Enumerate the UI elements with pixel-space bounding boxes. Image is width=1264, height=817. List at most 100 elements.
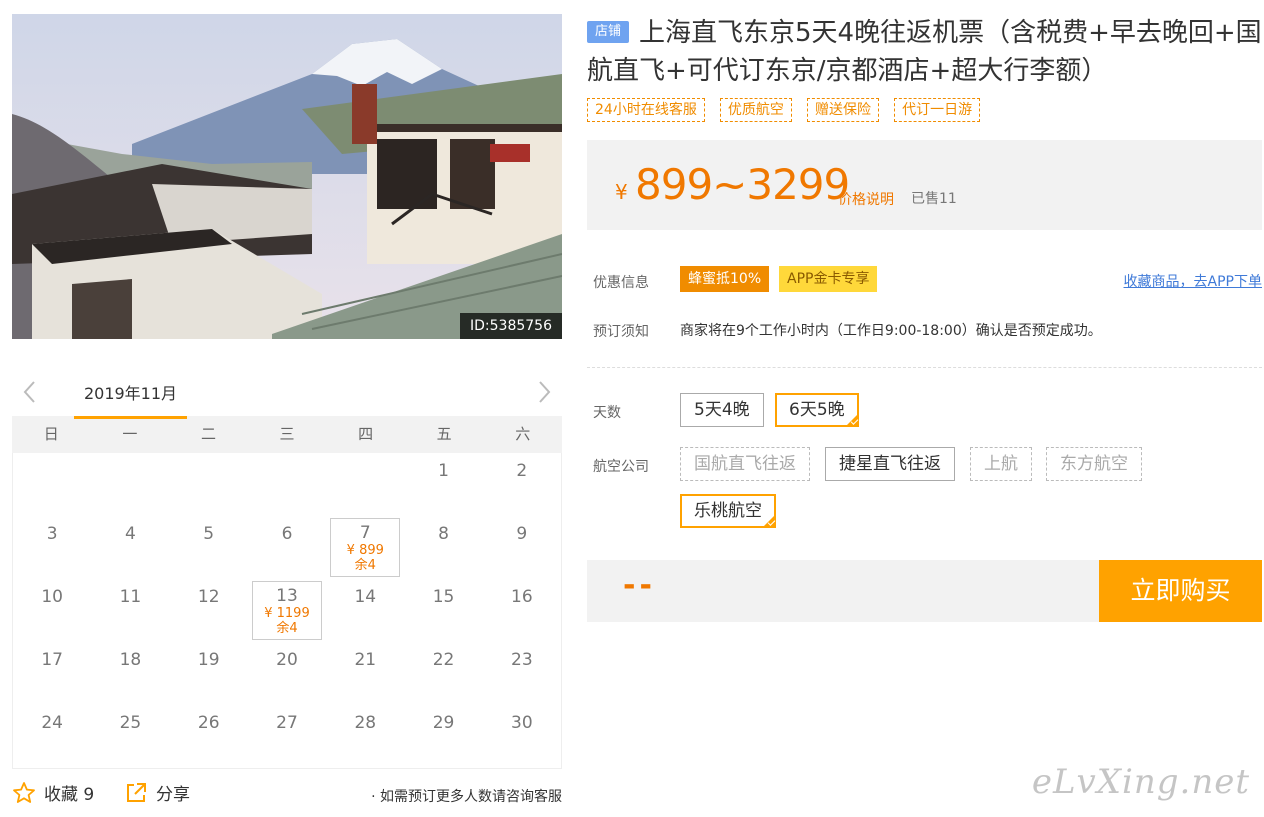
calendar-day: 19 — [170, 642, 248, 705]
day-number: 21 — [354, 650, 377, 670]
price-explanation-link[interactable]: 价格说明 — [838, 189, 894, 209]
weekday-label: 六 — [515, 425, 531, 443]
option-days-6d5n[interactable]: 6天5晚 — [775, 393, 859, 427]
favorite-label: 收藏 9 — [44, 785, 95, 805]
calendar-day: 24 — [13, 705, 91, 768]
option-airline-shanghai[interactable]: 上航 — [970, 447, 1032, 481]
product-photo: ID:5385756 — [12, 14, 562, 339]
price-box: ¥ 899~3299 价格说明 已售11 — [587, 140, 1262, 230]
day-number: 8 — [438, 524, 449, 544]
day-number: 26 — [197, 713, 220, 733]
day-number: 13 — [276, 586, 298, 606]
option-label: 6天5晚 — [789, 400, 845, 420]
option-label: 上航 — [984, 454, 1018, 474]
day-number: 18 — [119, 650, 142, 670]
service-tag: 代订一日游 — [894, 98, 981, 122]
option-airline-air-china[interactable]: 国航直飞往返 — [680, 447, 810, 481]
calendar-day: 20 — [248, 642, 326, 705]
calendar-day: 8 — [404, 516, 482, 579]
weekday-label: 日 — [43, 425, 59, 443]
service-tags: 24小时在线客服 优质航空 赠送保险 代订一日游 — [587, 98, 1262, 124]
calendar-empty-cell — [248, 453, 326, 516]
shop-badge[interactable]: 店铺 — [587, 21, 630, 43]
calendar-grid: 1 2 3 4 5 6 7 ¥ 899 余4 8 9 10 11 12 13 ¥ 1199 余4 14 15 16 17… — [12, 453, 562, 769]
calendar-day: 12 — [170, 579, 248, 642]
day-number: 29 — [432, 713, 455, 733]
share-bar: 收藏 9 分享 · 如需预订更多人数请咨询客服 — [12, 780, 562, 808]
option-label: 捷星直飞往返 — [839, 454, 941, 474]
day-price: ¥ 1199 — [264, 606, 310, 621]
selected-price: -- — [623, 568, 656, 603]
day-number: 19 — [197, 650, 220, 670]
share-button[interactable]: 分享 — [124, 780, 190, 805]
buy-now-button[interactable]: 立即购买 — [1099, 560, 1262, 622]
day-number: 28 — [354, 713, 377, 733]
promo-label: 优惠信息 — [593, 275, 649, 291]
photo-id-label: ID:5385756 — [460, 313, 562, 339]
chevron-left-icon — [23, 381, 35, 403]
day-number: 17 — [41, 650, 63, 670]
calendar-day: 4 — [91, 516, 169, 579]
airline-label: 航空公司 — [593, 459, 649, 475]
check-corner-icon — [762, 514, 776, 528]
calendar-day: 26 — [170, 705, 248, 768]
calendar-day: 18 — [91, 642, 169, 705]
calendar-day: 9 — [483, 516, 561, 579]
calendar-day: 16 — [483, 579, 561, 642]
day-number: 6 — [281, 524, 293, 544]
option-label: 5天4晚 — [694, 400, 750, 420]
prev-month-button[interactable] — [20, 380, 40, 404]
calendar-empty-cell — [326, 453, 404, 516]
option-airline-jetstar[interactable]: 捷星直飞往返 — [825, 447, 955, 481]
promo-tag-honey: 蜂蜜抵10% — [680, 266, 770, 292]
day-number: 30 — [511, 713, 533, 733]
day-number: 2 — [516, 461, 528, 481]
favorite-button[interactable]: 收藏 9 — [12, 780, 94, 805]
calendar-month-tab[interactable]: 2019年11月 — [74, 372, 187, 419]
day-number: 20 — [276, 650, 298, 670]
calendar-day[interactable]: 13 ¥ 1199 余4 — [251, 581, 323, 640]
next-month-button[interactable] — [534, 380, 554, 404]
calendar-day: 2 — [483, 453, 561, 516]
calendar-day: 23 — [483, 642, 561, 705]
buy-bar: -- 立即购买 — [587, 560, 1262, 622]
star-icon — [13, 781, 35, 803]
calendar-day: 5 — [170, 516, 248, 579]
option-airline-china-eastern[interactable]: 东方航空 — [1046, 447, 1142, 481]
weekday-label: 二 — [200, 425, 216, 443]
day-number: 27 — [276, 713, 298, 733]
calendar-day: 22 — [404, 642, 482, 705]
service-tag: 赠送保险 — [807, 98, 880, 122]
day-number: 9 — [516, 524, 528, 544]
chevron-right-icon — [539, 381, 551, 403]
day-number: 25 — [119, 713, 142, 733]
day-number: 16 — [511, 587, 533, 607]
favorite-app-link[interactable]: 收藏商品，去APP下单 — [1124, 271, 1262, 291]
calendar-day: 28 — [326, 705, 404, 768]
calendar-day: 17 — [13, 642, 91, 705]
day-number: 14 — [354, 587, 377, 607]
share-icon — [127, 782, 146, 802]
calendar-day: 10 — [13, 579, 91, 642]
option-label: 国航直飞往返 — [694, 454, 796, 474]
option-label: 乐桃航空 — [694, 501, 762, 521]
weekday-label: 四 — [358, 425, 374, 443]
day-number: 23 — [511, 650, 533, 670]
sold-count: 已售11 — [911, 191, 957, 207]
calendar-empty-cell — [13, 453, 91, 516]
calendar-day[interactable]: 7 ¥ 899 余4 — [330, 518, 401, 577]
notice-label: 预订须知 — [593, 324, 649, 340]
calendar-day: 27 — [248, 705, 326, 768]
calendar-day: 30 — [483, 705, 561, 768]
day-number: 11 — [119, 587, 142, 607]
option-label: 东方航空 — [1060, 454, 1128, 474]
day-number: 22 — [432, 650, 455, 670]
calendar-day: 29 — [404, 705, 482, 768]
option-airline-peach[interactable]: 乐桃航空 — [680, 494, 776, 528]
calendar-day: 3 — [13, 516, 91, 579]
day-number: 3 — [46, 524, 58, 544]
product-info: 店铺 上海直飞东京5天4晚往返机票（含税费+早去晚回+国航直飞+可代订东京/京都酒… — [587, 14, 1262, 622]
promo-tag-app-gold: APP金卡专享 — [779, 266, 878, 292]
option-days-5d4n[interactable]: 5天4晚 — [680, 393, 764, 427]
weekday-label: 三 — [279, 425, 295, 443]
